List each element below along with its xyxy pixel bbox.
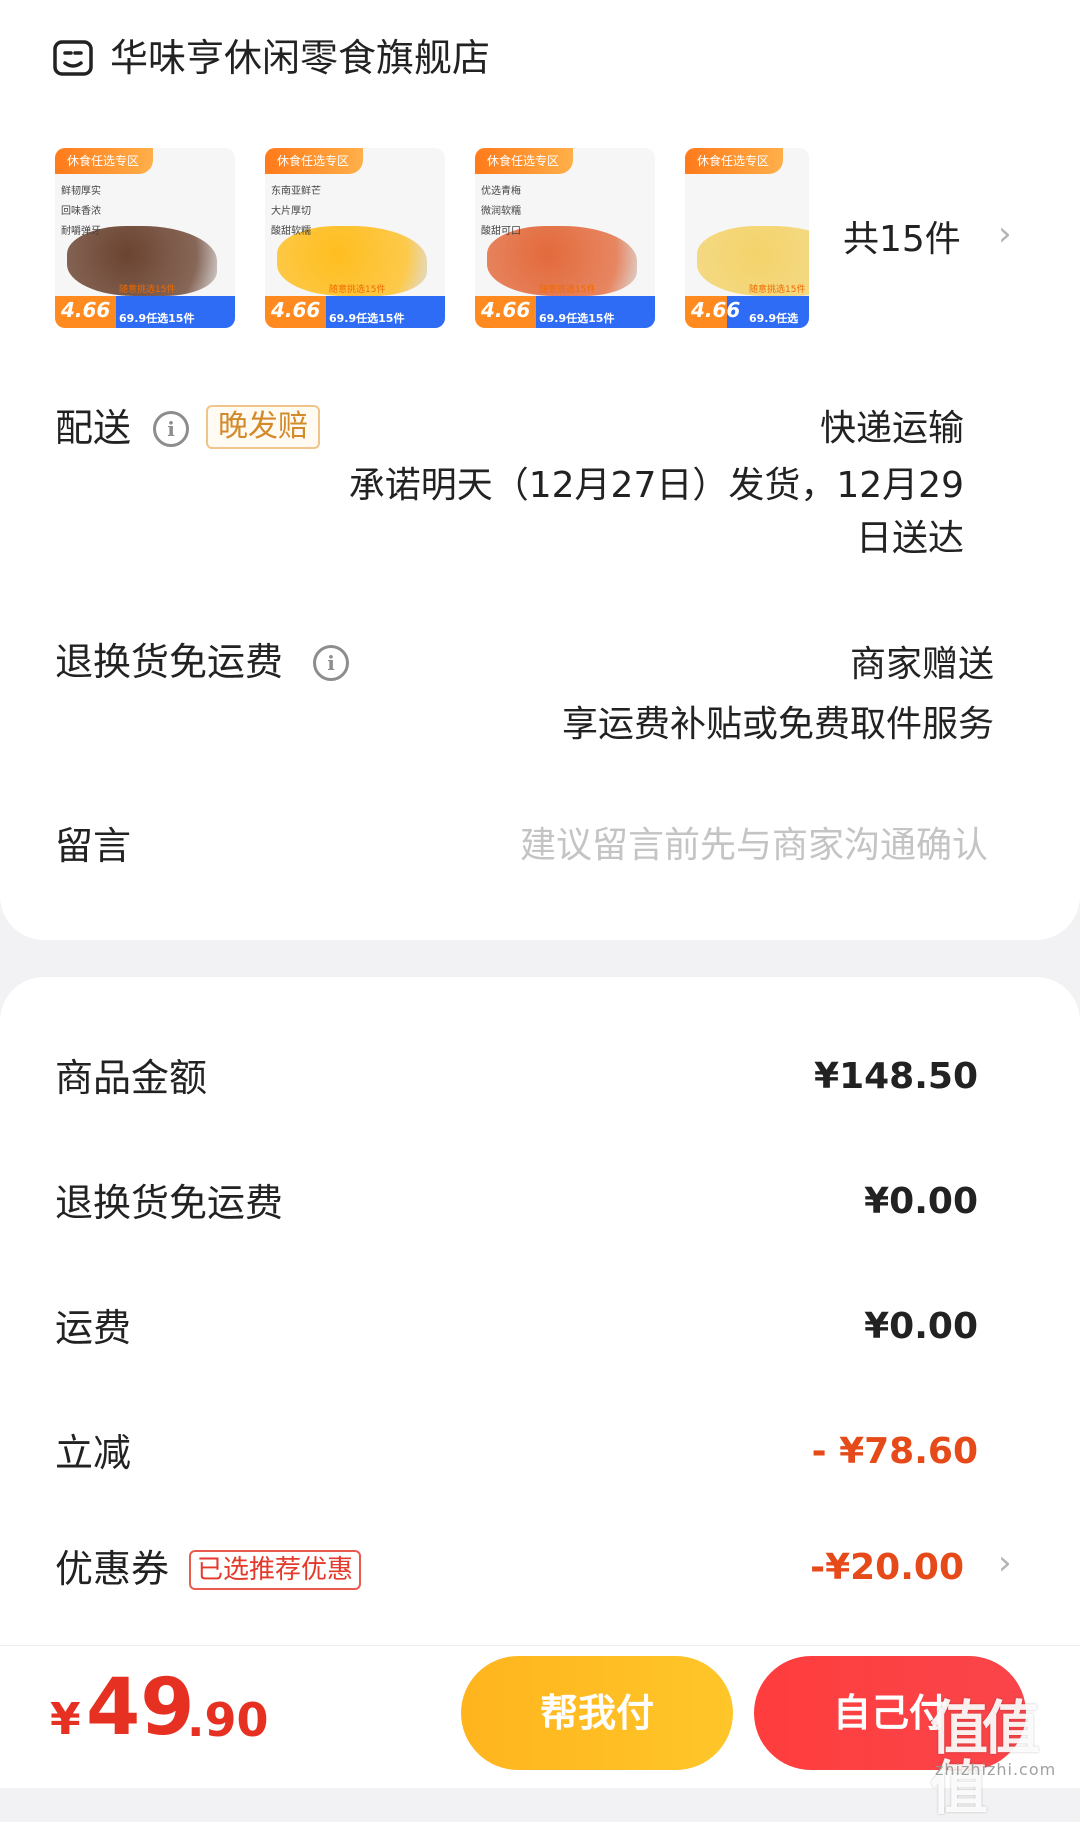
discount-label: 立减 [55,1431,132,1475]
product-feature: 鲜韧厚实 [61,186,101,197]
help-pay-button[interactable]: 帮我付 [461,1656,733,1770]
product-feature: 大片厚切 [271,206,311,217]
total-currency: ¥ [50,1694,81,1745]
product-sub-label: 随意挑选15件 [539,285,596,295]
message-input[interactable]: 建议留言前先与商家沟通确认 [520,820,988,872]
product-price-tag: 4.66 69.9任选15件 [685,296,809,328]
total-decimal: .90 [187,1693,269,1747]
product-promo: 69.9任选15件 [329,312,405,325]
product-count[interactable]: 共15件 [843,215,961,265]
product-tag: 休食任选专区 [265,148,364,174]
shipping-label: 运费 [55,1306,132,1350]
return-free-value: 商家赠送 [849,644,994,685]
return-free-label: 退换货免运费 [55,640,284,684]
total-integer: 49 [86,1663,195,1753]
coupon-value[interactable]: -¥20.00 [810,1542,964,1594]
delivery-label: 配送 [55,406,132,450]
product-price: 4.66 [61,298,111,322]
watermark-url: zhizhizhi.com [935,1760,1057,1779]
return-free-desc: 享运费补贴或免费取件服务 [561,704,994,745]
store-icon [52,37,94,79]
product-tag: 休食任选专区 [685,148,784,174]
product-price-tag: 4.66 69.9任选15件 [55,296,235,328]
chevron-right-icon[interactable]: › [998,1543,1012,1583]
product-tag: 休食任选专区 [475,148,574,174]
product-price: 4.66 [691,298,741,322]
product-sub-label: 随意挑选15件 [749,285,806,295]
message-label: 留言 [55,824,132,868]
product-thumbnail[interactable]: 休食任选专区东南亚鲜芒大片厚切酸甜软糯随意挑选15件 4.66 69.9任选15件 [265,148,445,328]
chevron-right-icon[interactable]: › [998,214,1012,254]
goods-amount-value: ¥148.50 [814,1056,978,1097]
product-feature: 酸甜软糯 [271,226,311,237]
product-promo: 69.9任选15件 [539,312,615,325]
store-name[interactable]: 华味亨休闲零食旗舰店 [110,30,490,86]
product-feature: 微润软糯 [481,206,521,217]
product-price-tag: 4.66 69.9任选15件 [265,296,445,328]
info-icon[interactable]: i [153,411,189,447]
product-thumbnail[interactable]: 休食任选专区鲜韧厚实回味香浓耐嚼弹牙随意挑选15件 4.66 69.9任选15件 [55,148,235,328]
discount-value: - ¥78.60 [811,1431,978,1472]
product-promo: 69.9任选15件 [749,312,799,325]
watermark-logo: 值值值 [930,1694,1040,1822]
product-feature: 酸甜可口 [481,226,521,237]
coupon-label[interactable]: 优惠券 [55,1543,169,1595]
goods-amount-label: 商品金额 [55,1056,208,1100]
product-sub-label: 随意挑选15件 [119,285,176,295]
product-feature: 回味香浓 [61,206,101,217]
product-feature: 优选青梅 [481,186,521,197]
delivery-method: 快递运输 [819,408,964,449]
product-price: 4.66 [481,298,531,322]
product-feature: 东南亚鲜芒 [271,186,321,197]
return-fee-label: 退换货免运费 [55,1181,284,1225]
shipping-value: ¥0.00 [864,1306,978,1347]
product-price-tag: 4.66 69.9任选15件 [475,296,655,328]
info-icon[interactable]: i [313,645,349,681]
product-feature: 耐嚼弹牙 [61,226,101,237]
product-promo: 69.9任选15件 [119,312,195,325]
product-thumbnail[interactable]: 休食任选专区随意挑选15件 4.66 69.9任选15件 [685,148,809,328]
late-compensation-badge: 晚发赔 [206,405,320,449]
coupon-selected-badge: 已选推荐优惠 [189,1550,362,1590]
delivery-promise-line2: 日送达 [855,518,964,559]
delivery-promise-line1: 承诺明天（12月27日）发货，12月29 [348,465,964,506]
product-thumbnail[interactable]: 休食任选专区优选青梅微润软糯酸甜可口随意挑选15件 4.66 69.9任选15件 [475,148,655,328]
product-sub-label: 随意挑选15件 [329,285,386,295]
return-fee-value: ¥0.00 [864,1181,978,1222]
product-price: 4.66 [271,298,321,322]
product-tag: 休食任选专区 [55,148,154,174]
